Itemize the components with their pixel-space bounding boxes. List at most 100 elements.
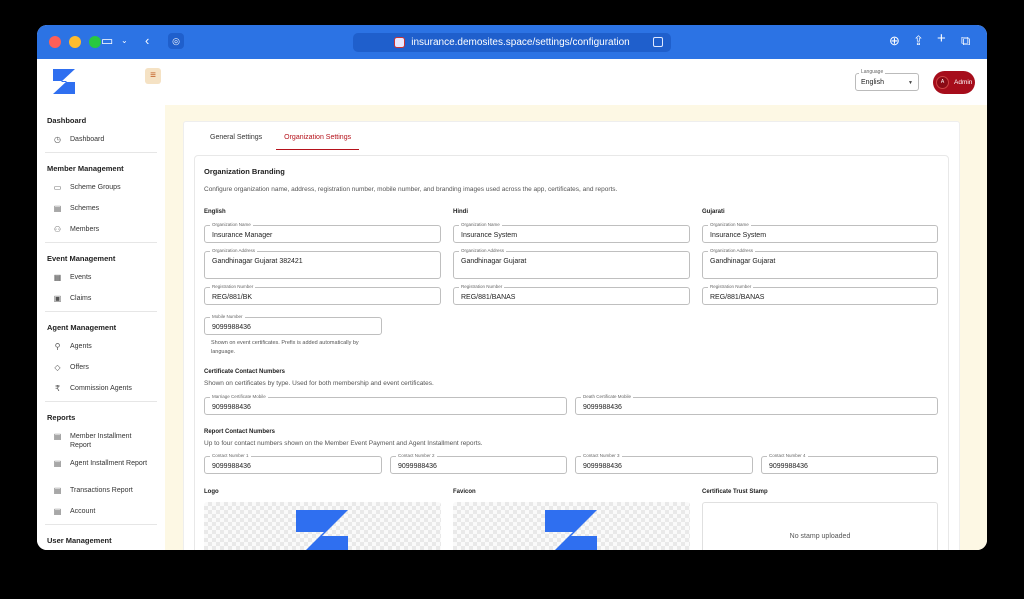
registration-en-field[interactable]: Registration Number REG/881/BK bbox=[204, 284, 441, 305]
url-text: insurance.demosites.space/settings/confi… bbox=[411, 37, 630, 48]
users-icon: ⚇ bbox=[53, 225, 62, 234]
privacy-icon[interactable]: ◎ bbox=[168, 33, 184, 49]
sidebar-item-label: Commission Agents bbox=[70, 385, 132, 392]
column-heading-english: English bbox=[204, 209, 226, 215]
registration-hi-field[interactable]: Registration Number REG/881/BANAS bbox=[453, 284, 690, 305]
sidebar-item-dashboard[interactable]: ◷ Dashboard bbox=[53, 135, 152, 144]
field-value: Insurance System bbox=[710, 232, 767, 239]
admin-menu-button[interactable]: A Admin bbox=[933, 71, 975, 94]
sidebar-toggle-icon[interactable]: ▭ bbox=[101, 34, 113, 48]
rupee-icon: ₹ bbox=[54, 384, 61, 393]
stamp-upload-area[interactable]: No stamp uploaded bbox=[702, 502, 938, 550]
app-logo-icon[interactable] bbox=[51, 68, 77, 95]
sidebar-item-label: Member Installment Report bbox=[70, 433, 132, 449]
field-label: Contact Number 2 bbox=[396, 453, 437, 458]
share-icon[interactable]: ⇪ bbox=[913, 34, 924, 48]
organization-branding-panel: Organization Branding Configure organiza… bbox=[194, 155, 949, 550]
sidebar-item-commission-agents[interactable]: ₹ Commission Agents bbox=[53, 384, 152, 393]
download-icon[interactable]: ⊕ bbox=[889, 34, 900, 48]
field-value: 9099988436 bbox=[212, 324, 251, 331]
sidebar-section-title: Agent Management bbox=[47, 323, 117, 332]
sidebar-item-label: Dashboard bbox=[70, 136, 105, 143]
sidebar-item-member-installment-report[interactable]: ▤ Member Installment Report bbox=[53, 432, 152, 450]
org-address-en-field[interactable]: Organization Address Gandhinagar Gujarat… bbox=[204, 248, 441, 279]
field-label: Organization Name bbox=[708, 222, 751, 227]
admin-label: Admin bbox=[954, 79, 973, 86]
back-icon[interactable]: ‹ bbox=[145, 34, 149, 48]
death-certificate-mobile-field[interactable]: Death Certificate Mobile 9099988436 bbox=[575, 394, 938, 415]
contact-number-1-field[interactable]: Contact Number 1 9099988436 bbox=[204, 453, 382, 474]
report-contacts-title: Report Contact Numbers bbox=[204, 429, 276, 435]
branding-title: Organization Branding bbox=[204, 167, 285, 176]
field-label: Registration Number bbox=[459, 284, 505, 289]
minimize-window-button[interactable] bbox=[69, 36, 81, 48]
settings-card: General Settings Organization Settings O… bbox=[183, 121, 960, 550]
org-name-en-field[interactable]: Organization Name Insurance Manager bbox=[204, 222, 441, 243]
site-favicon-icon bbox=[394, 37, 406, 48]
sidebar-item-label: Claims bbox=[70, 295, 92, 302]
sidebar-item-label: Agent Installment Report bbox=[70, 460, 148, 467]
sidebar-item-agent-installment-report[interactable]: ▤ Agent Installment Report bbox=[53, 459, 152, 468]
tabs-overview-icon[interactable]: ⧉ bbox=[961, 34, 970, 48]
marriage-certificate-mobile-field[interactable]: Marriage Certificate Mobile 9099988436 bbox=[204, 394, 567, 415]
mobile-number-field[interactable]: Mobile Number 9099988436 bbox=[204, 314, 382, 335]
reader-icon[interactable] bbox=[653, 37, 663, 47]
sidebar-item-offers[interactable]: ◇ Offers bbox=[53, 363, 152, 372]
sidebar-item-scheme-groups[interactable]: ▭ Scheme Groups bbox=[53, 183, 152, 192]
sidebar-item-claims[interactable]: ▣ Claims bbox=[53, 294, 152, 303]
sidebar-divider bbox=[45, 311, 157, 312]
stamp-empty-text: No stamp uploaded bbox=[789, 533, 851, 540]
logo-label: Logo bbox=[204, 489, 219, 495]
field-value: 9099988436 bbox=[583, 404, 622, 411]
field-label: Death Certificate Mobile bbox=[581, 394, 634, 399]
address-bar[interactable]: insurance.demosites.space/settings/confi… bbox=[353, 33, 671, 52]
logo-upload-preview[interactable] bbox=[204, 502, 441, 550]
tab-general-settings[interactable]: General Settings bbox=[202, 130, 270, 150]
sidebar-item-events[interactable]: ▦ Events bbox=[53, 273, 152, 282]
field-label: Marriage Certificate Mobile bbox=[210, 394, 268, 399]
field-value: 9099988436 bbox=[398, 463, 437, 470]
caret-down-icon: ▼ bbox=[908, 80, 913, 86]
field-label: Contact Number 4 bbox=[767, 453, 808, 458]
field-value: Gandhinagar Gujarat bbox=[461, 258, 527, 265]
close-window-button[interactable] bbox=[49, 36, 61, 48]
agent-icon: ⚲ bbox=[54, 342, 61, 351]
sidebar-item-members[interactable]: ⚇ Members bbox=[53, 225, 152, 234]
new-tab-icon[interactable]: + bbox=[937, 31, 946, 46]
sidebar-section-title: User Management bbox=[47, 536, 112, 545]
sidebar-item-agents[interactable]: ⚲ Agents bbox=[53, 342, 152, 351]
org-address-hi-field[interactable]: Organization Address Gandhinagar Gujarat bbox=[453, 248, 690, 279]
contact-number-4-field[interactable]: Contact Number 4 9099988436 bbox=[761, 453, 938, 474]
contact-number-2-field[interactable]: Contact Number 2 9099988436 bbox=[390, 453, 567, 474]
sidebar-divider bbox=[45, 242, 157, 243]
registration-gu-field[interactable]: Registration Number REG/881/BANAS bbox=[702, 284, 938, 305]
sidebar-item-transactions-report[interactable]: ▤ Transactions Report bbox=[53, 486, 152, 495]
browser-titlebar: ▭ ⌄ ‹ ◎ insurance.demosites.space/settin… bbox=[37, 25, 987, 59]
sidebar-item-schemes[interactable]: ▤ Schemes bbox=[53, 204, 152, 213]
contact-number-3-field[interactable]: Contact Number 3 9099988436 bbox=[575, 453, 753, 474]
org-name-hi-field[interactable]: Organization Name Insurance System bbox=[453, 222, 690, 243]
report-icon: ▤ bbox=[53, 507, 62, 516]
menu-toggle-icon[interactable]: ≡ bbox=[145, 68, 161, 84]
org-name-gu-field[interactable]: Organization Name Insurance System bbox=[702, 222, 938, 243]
favicon-upload-preview[interactable] bbox=[453, 502, 690, 550]
chevron-down-icon[interactable]: ⌄ bbox=[121, 34, 128, 48]
main-content: General Settings Organization Settings O… bbox=[165, 105, 987, 550]
language-select[interactable]: English ▼ bbox=[855, 73, 919, 91]
document-icon: ▤ bbox=[53, 204, 62, 213]
sidebar-divider bbox=[45, 152, 157, 153]
sidebar-item-account[interactable]: ▤ Account bbox=[53, 507, 152, 516]
tag-icon: ◇ bbox=[54, 363, 61, 372]
sidebar-item-label: Members bbox=[70, 226, 100, 233]
field-label: Organization Name bbox=[210, 222, 253, 227]
field-value: REG/881/BK bbox=[212, 294, 253, 301]
mobile-helper-text: Shown on event certificates. Prefix is a… bbox=[211, 340, 359, 355]
tab-organization-settings[interactable]: Organization Settings bbox=[276, 130, 360, 150]
org-address-gu-field[interactable]: Organization Address Gandhinagar Gujarat bbox=[702, 248, 938, 279]
field-value: 9099988436 bbox=[769, 463, 808, 470]
sidebar-section-title: Event Management bbox=[47, 254, 116, 263]
dashboard-icon: ◷ bbox=[54, 135, 61, 144]
sidebar-item-label: Scheme Groups bbox=[70, 184, 121, 191]
maximize-window-button[interactable] bbox=[89, 36, 101, 48]
field-label: Organization Address bbox=[459, 248, 507, 253]
